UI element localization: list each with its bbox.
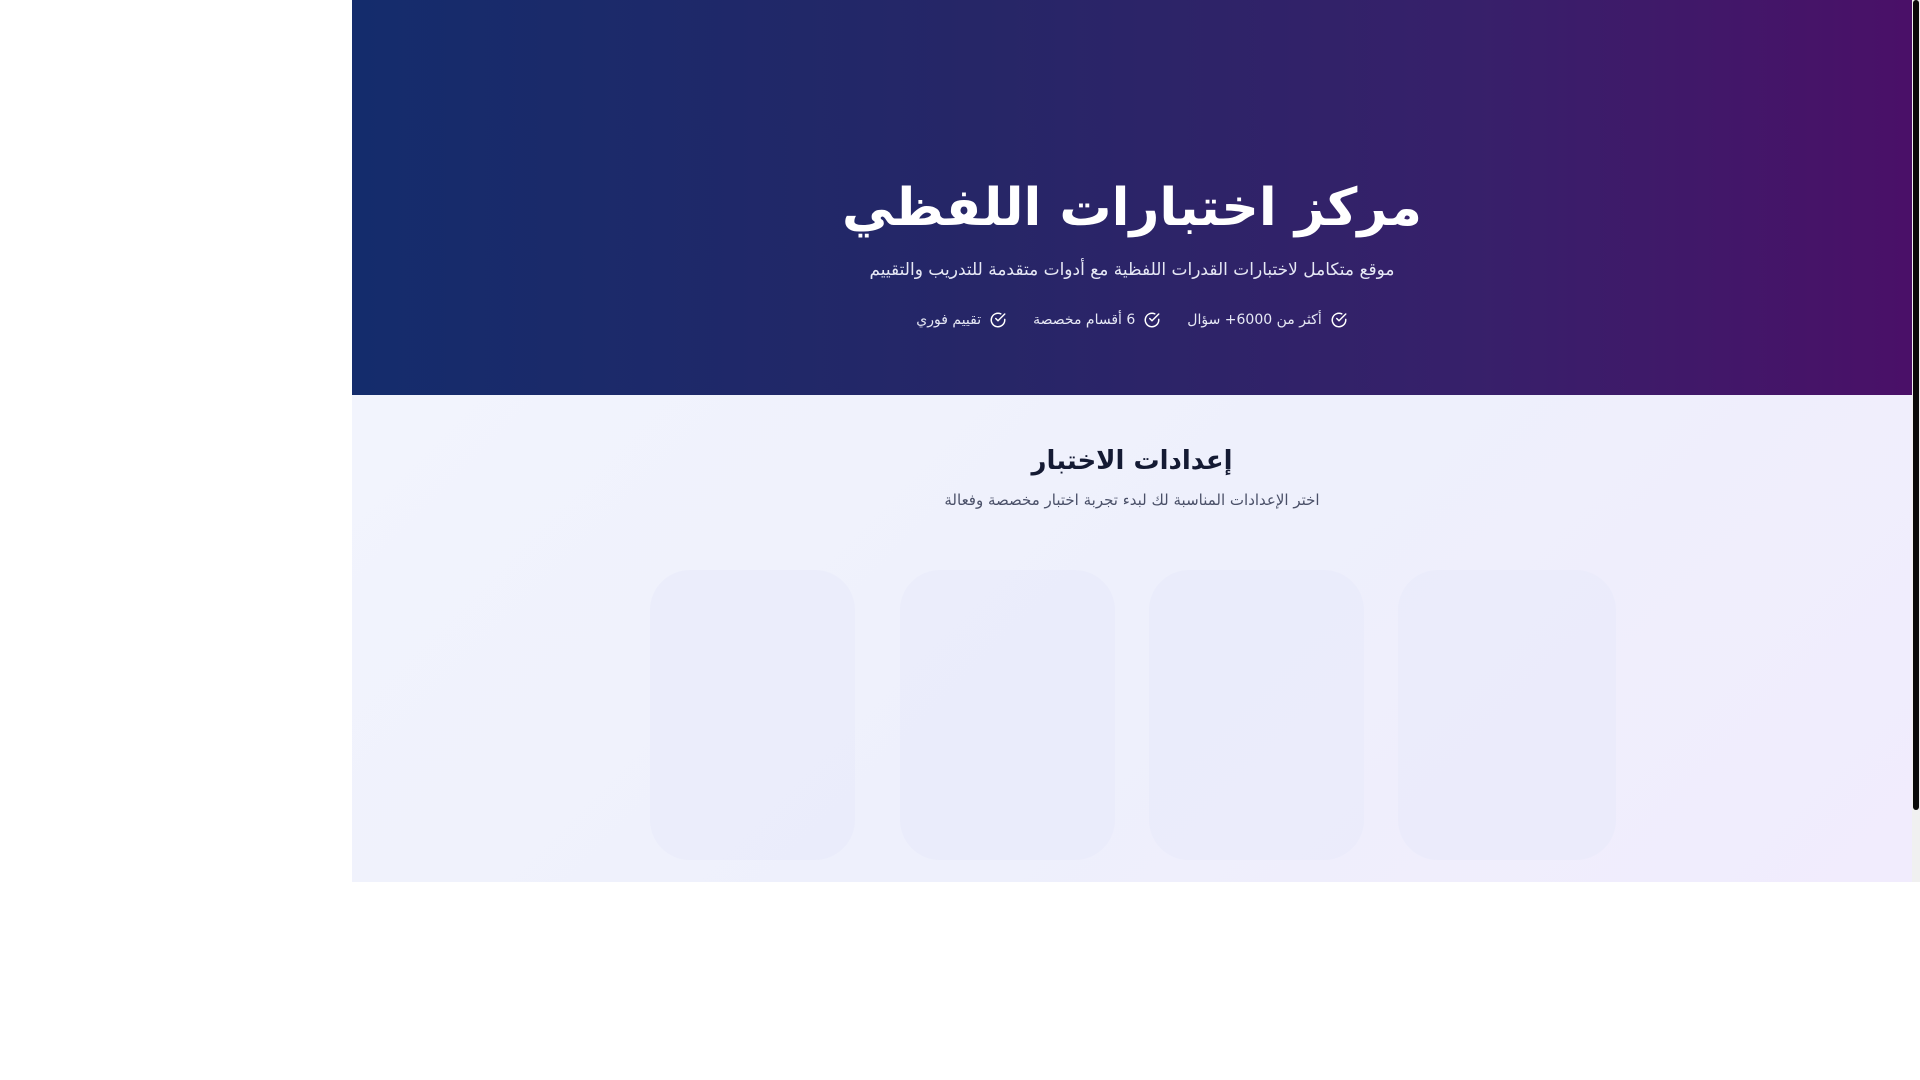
hero-banner: مركز اختبارات اللفظي موقع متكامل لاختبار… xyxy=(352,0,1912,395)
check-circle-icon xyxy=(989,311,1007,329)
section-subtitle: اختر الإعدادات المناسبة لك لبدء تجربة اخ… xyxy=(944,491,1320,509)
vertical-scrollbar[interactable] xyxy=(1912,0,1920,882)
check-circle-icon xyxy=(1143,311,1161,329)
section-title: إعدادات الاختبار xyxy=(1031,446,1233,476)
hero-subtitle: موقع متكامل لاختبارات القدرات اللفظية مع… xyxy=(869,260,1395,280)
feature-label: أكثر من 6000+ سؤال xyxy=(1187,312,1322,328)
feature-label: تقييم فوري xyxy=(916,312,982,328)
hero-title: مركز اختبارات اللفظي xyxy=(842,178,1422,238)
scrollbar-thumb[interactable] xyxy=(1913,0,1919,810)
feature-label: 6 أقسام مخصصة xyxy=(1033,312,1136,328)
feature-item-instant-evaluation: تقييم فوري xyxy=(916,306,1007,334)
card-placeholder xyxy=(900,570,1115,860)
page: مركز اختبارات اللفظي موقع متكامل لاختبار… xyxy=(352,0,1920,882)
check-circle-icon xyxy=(1330,311,1348,329)
feature-item-questions: أكثر من 6000+ سؤال xyxy=(1187,306,1347,334)
card-placeholder xyxy=(1149,570,1364,860)
card-placeholder xyxy=(650,570,855,860)
feature-item-sections: 6 أقسام مخصصة xyxy=(1033,306,1161,334)
test-settings-section: إعدادات الاختبار اختر الإعدادات المناسبة… xyxy=(352,395,1912,882)
card-placeholder xyxy=(1398,570,1616,860)
feature-list: أكثر من 6000+ سؤال 6 أقسام مخصصة تقييم ف… xyxy=(352,306,1912,334)
